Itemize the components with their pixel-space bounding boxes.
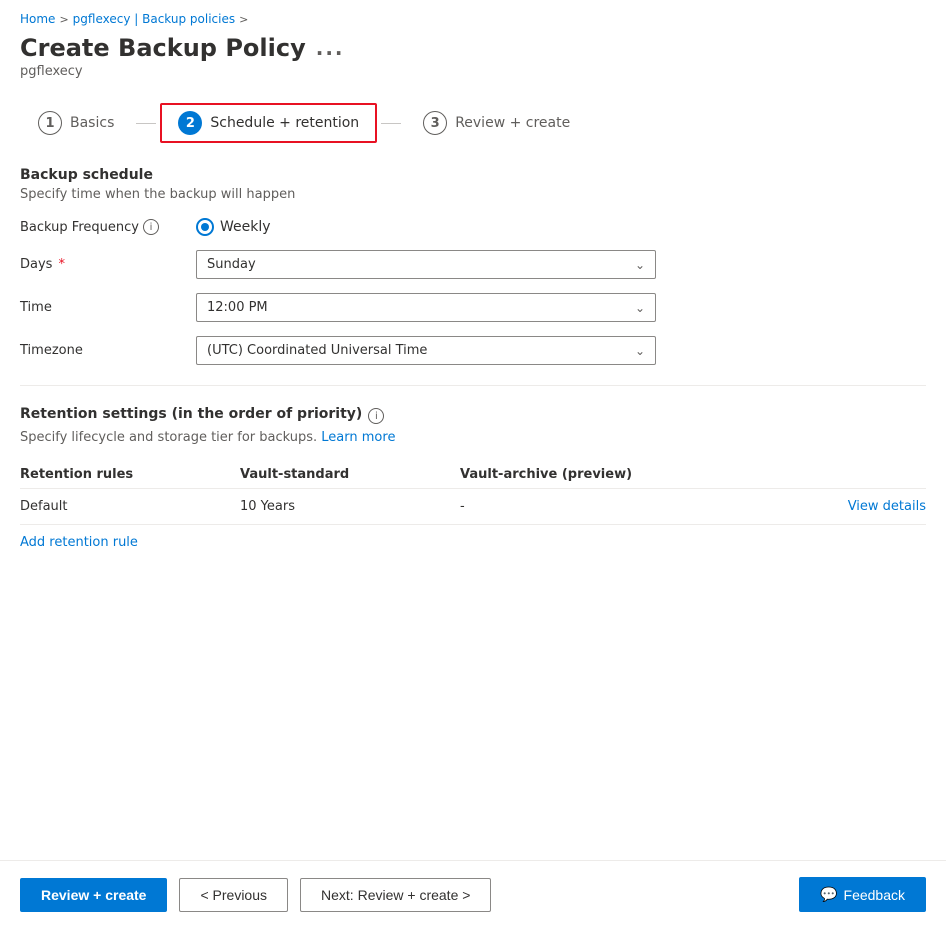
- breadcrumb-policies[interactable]: pgflexecy | Backup policies: [73, 12, 235, 26]
- page-title-text: Create Backup Policy: [20, 34, 306, 62]
- days-row: Days * Sunday ⌄: [20, 250, 926, 279]
- step-basics-circle: 1: [38, 111, 62, 135]
- breadcrumb-sep2: >: [239, 13, 248, 26]
- footer: Review + create < Previous Next: Review …: [0, 860, 946, 928]
- page-title-ellipsis[interactable]: ...: [316, 36, 345, 60]
- frequency-weekly-radio-inner: [201, 223, 209, 231]
- feedback-icon: 💬: [820, 886, 837, 903]
- col-header-vault-arch: Vault-archive (preview): [460, 461, 660, 489]
- days-label: Days *: [20, 257, 180, 272]
- days-required-star: *: [58, 257, 65, 272]
- frequency-info-icon[interactable]: i: [143, 219, 159, 235]
- next-button[interactable]: Next: Review + create >: [300, 878, 491, 912]
- page-subtitle: pgflexecy: [20, 64, 926, 79]
- previous-button[interactable]: < Previous: [179, 878, 288, 912]
- section-divider: [20, 385, 926, 386]
- step-schedule-circle: 2: [178, 111, 202, 135]
- step-schedule-label: Schedule + retention: [210, 115, 359, 131]
- time-dropdown-arrow: ⌄: [635, 301, 645, 315]
- step-basics-label: Basics: [70, 115, 114, 131]
- backup-schedule-section: Backup schedule Specify time when the ba…: [20, 167, 926, 365]
- feedback-button[interactable]: 💬 Feedback: [799, 877, 926, 912]
- step-basics[interactable]: 1 Basics: [20, 103, 132, 143]
- add-retention-rule-link[interactable]: Add retention rule: [20, 535, 138, 550]
- frequency-label: Backup Frequency i: [20, 219, 180, 235]
- retention-header: Retention settings (in the order of prio…: [20, 406, 926, 426]
- frequency-weekly-radio[interactable]: [196, 218, 214, 236]
- view-details-link[interactable]: View details: [848, 499, 926, 514]
- timezone-row: Timezone (UTC) Coordinated Universal Tim…: [20, 336, 926, 365]
- col-header-rules: Retention rules: [20, 461, 240, 489]
- feedback-label: Feedback: [844, 887, 905, 903]
- time-row: Time 12:00 PM ⌄: [20, 293, 926, 322]
- learn-more-link[interactable]: Learn more: [321, 430, 395, 445]
- days-dropdown[interactable]: Sunday ⌄: [196, 250, 656, 279]
- step-schedule[interactable]: 2 Schedule + retention: [160, 103, 377, 143]
- row-vault-standard: 10 Years: [240, 489, 460, 525]
- step-sep-2: [381, 123, 401, 124]
- col-header-vault-std: Vault-standard: [240, 461, 460, 489]
- retention-title: Retention settings (in the order of prio…: [20, 406, 362, 422]
- frequency-weekly-label: Weekly: [220, 219, 271, 235]
- main-content: 1 Basics 2 Schedule + retention 3 Review…: [0, 87, 946, 860]
- backup-schedule-title: Backup schedule: [20, 167, 926, 183]
- days-dropdown-arrow: ⌄: [635, 258, 645, 272]
- step-review-circle: 3: [423, 111, 447, 135]
- table-row: Default 10 Years - View details: [20, 489, 926, 525]
- timezone-dropdown-value: (UTC) Coordinated Universal Time: [207, 343, 427, 358]
- page-header: Create Backup Policy ... pgflexecy: [0, 30, 946, 87]
- breadcrumb: Home > pgflexecy | Backup policies >: [0, 0, 946, 30]
- frequency-row: Backup Frequency i Weekly: [20, 218, 926, 236]
- col-header-actions: [660, 461, 926, 489]
- retention-table: Retention rules Vault-standard Vault-arc…: [20, 461, 926, 525]
- timezone-label: Timezone: [20, 343, 180, 358]
- breadcrumb-home[interactable]: Home: [20, 12, 55, 26]
- row-rule-name: Default: [20, 489, 240, 525]
- review-create-button[interactable]: Review + create: [20, 878, 167, 912]
- time-dropdown-value: 12:00 PM: [207, 300, 268, 315]
- timezone-dropdown[interactable]: (UTC) Coordinated Universal Time ⌄: [196, 336, 656, 365]
- backup-schedule-desc: Specify time when the backup will happen: [20, 187, 926, 202]
- retention-section: Retention settings (in the order of prio…: [20, 406, 926, 550]
- retention-desc: Specify lifecycle and storage tier for b…: [20, 430, 926, 445]
- step-sep-1: [136, 123, 156, 124]
- frequency-weekly-option[interactable]: Weekly: [196, 218, 271, 236]
- frequency-radio-group: Weekly: [196, 218, 271, 236]
- step-review[interactable]: 3 Review + create: [405, 103, 588, 143]
- row-vault-archive: -: [460, 489, 660, 525]
- steps-nav: 1 Basics 2 Schedule + retention 3 Review…: [20, 103, 926, 143]
- step-review-label: Review + create: [455, 115, 570, 131]
- retention-info-icon[interactable]: i: [368, 408, 384, 424]
- breadcrumb-sep1: >: [59, 13, 68, 26]
- row-action-cell: View details: [660, 489, 926, 525]
- days-dropdown-value: Sunday: [207, 257, 256, 272]
- time-label: Time: [20, 300, 180, 315]
- time-dropdown[interactable]: 12:00 PM ⌄: [196, 293, 656, 322]
- timezone-dropdown-arrow: ⌄: [635, 344, 645, 358]
